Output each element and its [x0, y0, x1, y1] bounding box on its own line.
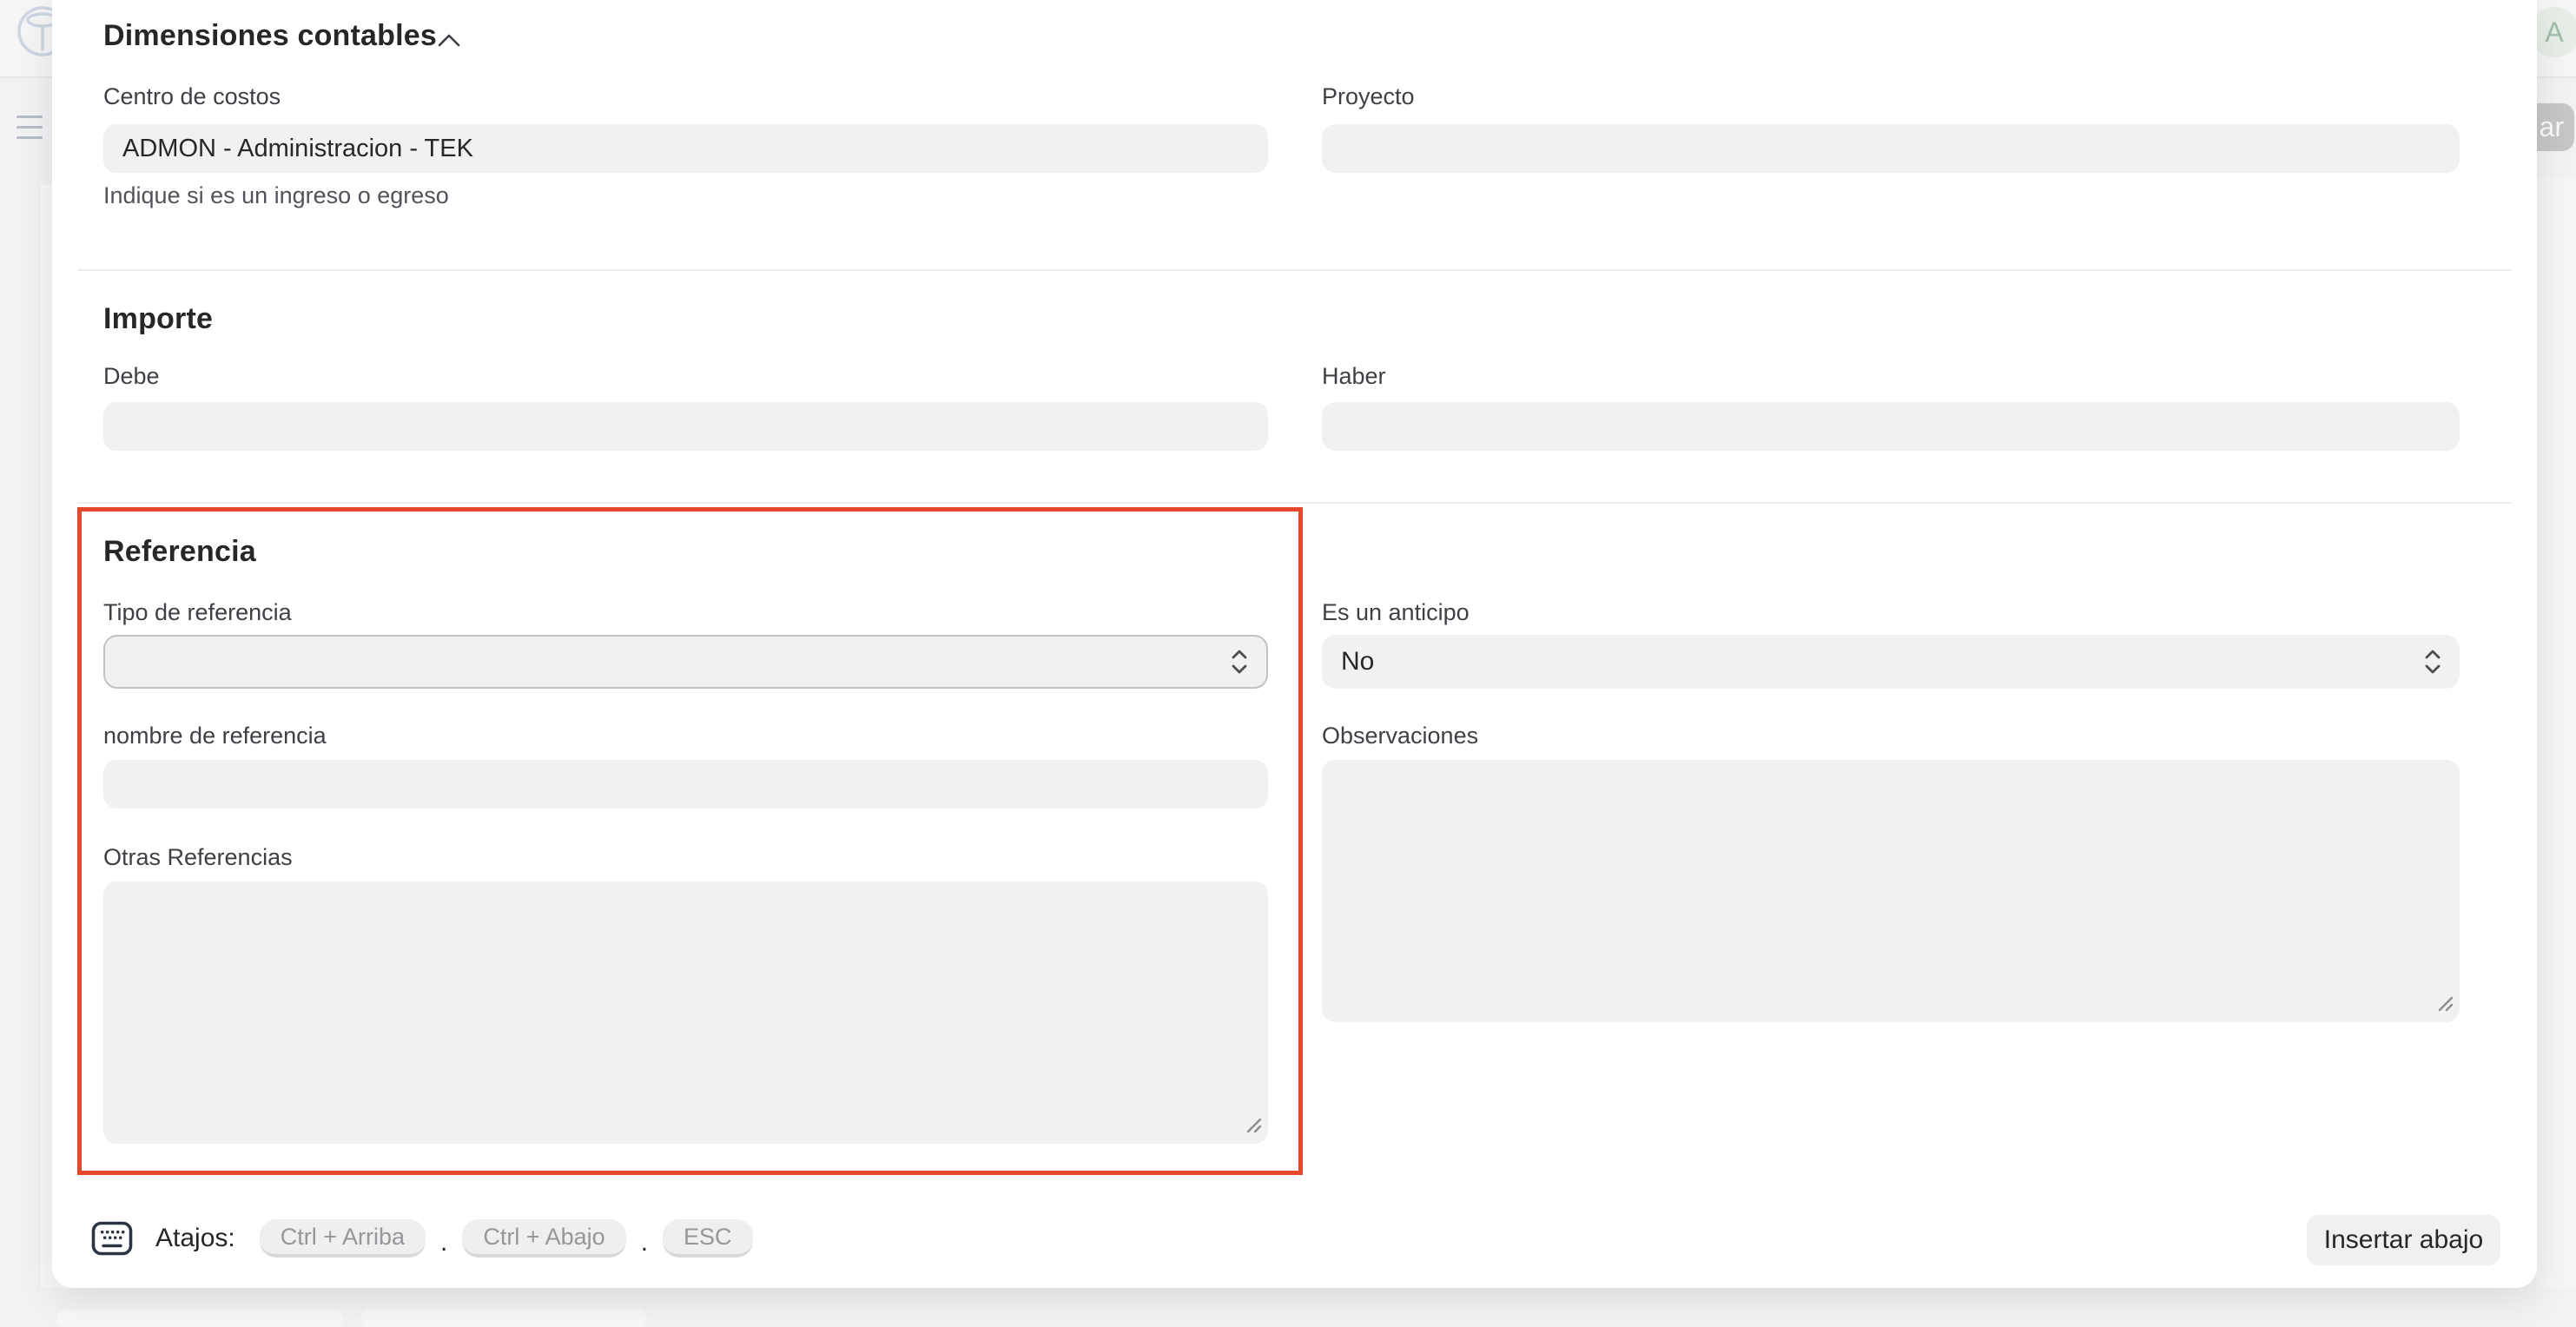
- centro-de-costos-input[interactable]: [103, 124, 1268, 173]
- tipo-de-referencia-select[interactable]: [103, 635, 1268, 689]
- background-ghost-element: [56, 1310, 343, 1327]
- shortcuts-bar: Atajos: Ctrl + Arriba . Ctrl + Abajo . E…: [91, 1216, 753, 1261]
- chevron-up-down-icon: [2423, 646, 2442, 677]
- section-title-referencia: Referencia: [103, 535, 256, 569]
- haber-input[interactable]: [1322, 402, 2460, 451]
- observaciones-textarea[interactable]: [1322, 760, 2460, 1022]
- otras-referencias-label: Otras Referencias: [103, 844, 293, 871]
- shortcut-separator: .: [641, 1228, 648, 1261]
- resize-handle-icon[interactable]: [1243, 1114, 1262, 1138]
- debe-input[interactable]: [103, 402, 1268, 451]
- edit-row-dialog: Dimensiones contables Centro de costos P…: [52, 0, 2537, 1288]
- es-un-anticipo-select[interactable]: No: [1322, 635, 2460, 689]
- ingreso-egreso-helper-text: Indique si es un ingreso o egreso: [103, 182, 449, 209]
- keyboard-icon: [91, 1221, 133, 1256]
- es-un-anticipo-label: Es un anticipo: [1322, 599, 1470, 626]
- hamburger-menu-icon[interactable]: [17, 116, 43, 143]
- centro-de-costos-label: Centro de costos: [103, 83, 281, 110]
- tipo-de-referencia-label: Tipo de referencia: [103, 599, 292, 626]
- chevron-up-icon[interactable]: [434, 28, 464, 52]
- observaciones-label: Observaciones: [1322, 723, 1478, 749]
- shortcut-separator: .: [440, 1228, 447, 1261]
- debe-label: Debe: [103, 363, 160, 390]
- otras-referencias-textarea[interactable]: [103, 881, 1268, 1144]
- shortcut-pill-ctrl-arriba: Ctrl + Arriba: [260, 1219, 426, 1258]
- haber-label: Haber: [1322, 363, 1386, 390]
- background-ghost-element: [360, 1310, 647, 1327]
- atajos-label: Atajos:: [155, 1224, 235, 1253]
- section-divider: [77, 502, 2512, 504]
- resize-handle-icon[interactable]: [2434, 993, 2454, 1016]
- chevron-up-down-icon: [1230, 646, 1249, 677]
- insertar-abajo-button[interactable]: Insertar abajo: [2307, 1215, 2500, 1265]
- nombre-de-referencia-label: nombre de referencia: [103, 723, 327, 749]
- background-content-edge: [2536, 178, 2576, 1288]
- proyecto-input[interactable]: [1322, 124, 2460, 173]
- section-title-dimensiones-contables: Dimensiones contables: [103, 19, 437, 53]
- section-divider: [77, 269, 2512, 271]
- proyecto-label: Proyecto: [1322, 83, 1415, 110]
- nombre-de-referencia-input[interactable]: [103, 760, 1268, 809]
- section-title-importe: Importe: [103, 302, 213, 336]
- shortcut-pill-esc: ESC: [663, 1219, 753, 1258]
- shortcut-pill-ctrl-abajo: Ctrl + Abajo: [462, 1219, 625, 1258]
- es-un-anticipo-value: No: [1341, 647, 1374, 677]
